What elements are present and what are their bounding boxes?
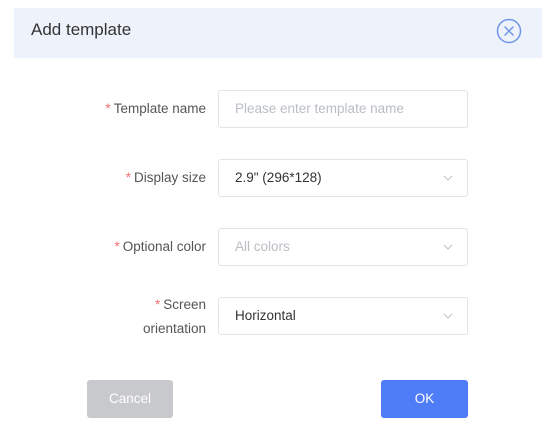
screen-orientation-label-line1: * Screen <box>143 294 206 316</box>
optional-color-placeholder: All colors <box>235 239 290 254</box>
template-name-label: * Template name <box>105 98 206 120</box>
optional-color-label-text: Optional color <box>122 239 206 254</box>
chevron-down-icon <box>443 175 453 181</box>
required-mark: * <box>125 170 131 185</box>
ok-button[interactable]: OK <box>381 380 468 418</box>
close-button[interactable] <box>496 18 522 44</box>
display-size-label-text: Display size <box>133 170 206 185</box>
display-size-label: * Display size <box>126 167 206 189</box>
add-template-dialog: Add template *Template name *Display siz… <box>0 0 550 446</box>
optional-color-label: * Optional color <box>114 236 206 258</box>
screen-orientation-label-text-1: Screen <box>163 297 206 312</box>
chevron-down-icon <box>443 244 453 250</box>
optional-color-select[interactable]: All colors <box>218 228 468 266</box>
dialog-title: Add template <box>31 20 132 39</box>
cancel-button[interactable]: Cancel <box>87 380 173 418</box>
template-name-field[interactable] <box>218 90 468 128</box>
required-mark: * <box>154 297 161 312</box>
screen-orientation-label: * Screen orientation <box>143 294 206 340</box>
chevron-down-icon <box>443 313 453 319</box>
template-name-input[interactable] <box>235 91 455 126</box>
required-mark: * <box>105 101 111 116</box>
dialog-header: Add template <box>14 8 542 58</box>
display-size-select[interactable]: 2.9" (296*128) <box>218 159 468 197</box>
template-name-label-text: Template name <box>113 101 206 116</box>
display-size-value: 2.9" (296*128) <box>235 170 322 185</box>
close-circle-icon <box>496 18 522 44</box>
screen-orientation-label-line2: orientation <box>142 321 206 336</box>
screen-orientation-value: Horizontal <box>235 308 296 323</box>
screen-orientation-select[interactable]: Horizontal <box>218 297 468 335</box>
required-mark: * <box>114 239 120 254</box>
